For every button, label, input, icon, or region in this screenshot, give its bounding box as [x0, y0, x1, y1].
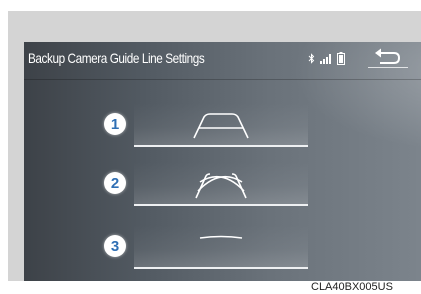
- option-3-button[interactable]: [134, 225, 308, 269]
- option-1-button[interactable]: [134, 103, 308, 147]
- option-number: 3: [110, 238, 120, 255]
- back-button[interactable]: [362, 45, 414, 70]
- settings-screen: Backup Camera Guide Line Settings 1 2 3: [24, 42, 421, 281]
- estimated-course-lines-icon: [195, 173, 247, 199]
- screen-title: Backup Camera Guide Line Settings: [28, 50, 205, 66]
- option-number-badge: 1: [104, 113, 126, 135]
- figure-code: CLA40BX005US: [311, 281, 393, 293]
- bluetooth-icon: [308, 53, 315, 64]
- fixed-guide-lines-icon: [193, 113, 249, 139]
- signal-strength-icon: [320, 54, 331, 64]
- option-number-badge: 3: [104, 235, 126, 257]
- option-2-button[interactable]: [134, 162, 308, 206]
- guide-line-option-2[interactable]: 2: [104, 162, 417, 206]
- back-arrow-icon: [375, 48, 401, 64]
- distance-guide-line-icon: [199, 235, 243, 239]
- guide-line-option-1[interactable]: 1: [104, 103, 417, 147]
- option-number-badge: 2: [104, 172, 126, 194]
- option-number: 1: [110, 116, 120, 133]
- guide-line-option-3[interactable]: 3: [104, 225, 417, 269]
- option-number: 2: [110, 175, 120, 192]
- battery-icon: [337, 52, 345, 65]
- header-divider: [24, 79, 421, 80]
